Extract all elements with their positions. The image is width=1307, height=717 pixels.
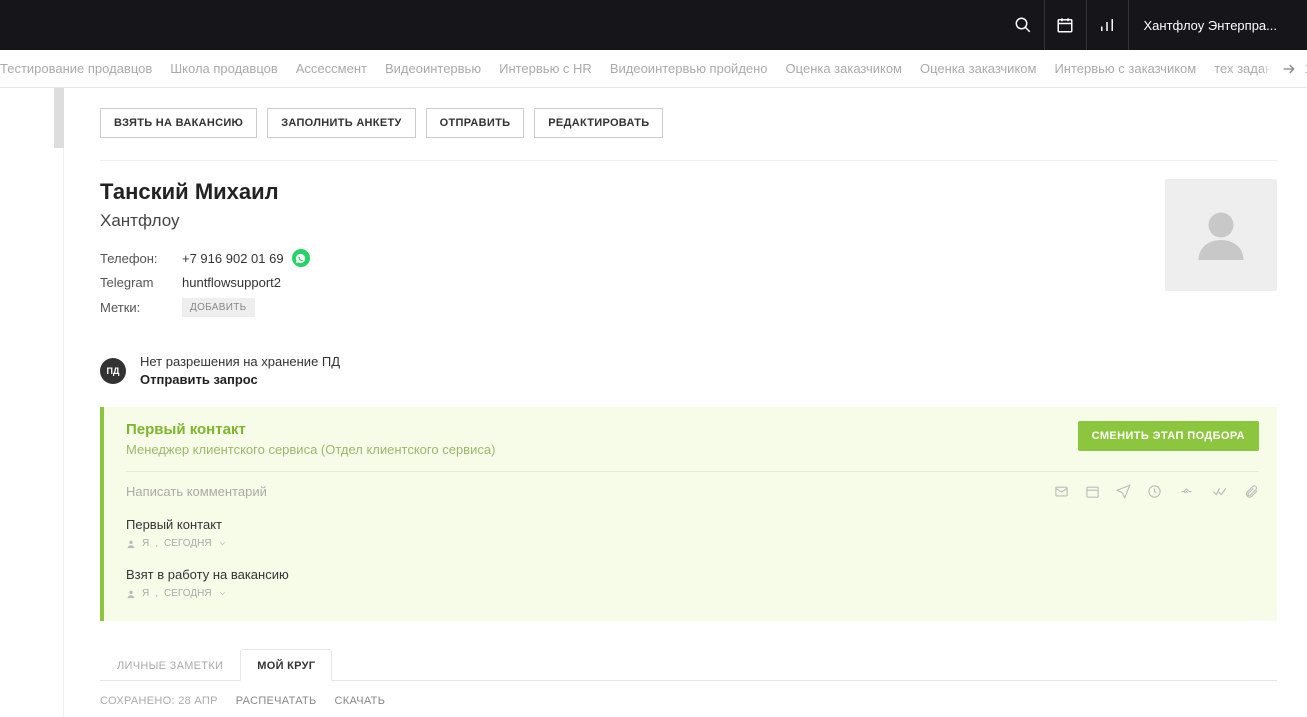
add-tag-button[interactable]: ДОБАВИТЬ	[182, 298, 255, 317]
change-stage-button[interactable]: СМЕНИТЬ ЭТАП ПОДБОРА	[1078, 421, 1259, 451]
divider	[100, 160, 1277, 161]
log-when: СЕГОДНЯ	[164, 588, 212, 599]
tags-row: Метки: ДОБАВИТЬ	[100, 298, 1165, 317]
telegram-value: huntflowsupport2	[182, 275, 281, 290]
avatar-placeholder	[1165, 179, 1277, 291]
double-check-icon[interactable]	[1211, 484, 1228, 499]
action-row: ВЗЯТЬ НА ВАКАНСИЮ ЗАПОЛНИТЬ АНКЕТУ ОТПРА…	[100, 108, 1277, 138]
stage-card: Первый контакт Менеджер клиентского серв…	[100, 407, 1277, 621]
whatsapp-icon[interactable]	[292, 249, 310, 267]
stage-item[interactable]: Видеоинтервью	[385, 61, 481, 76]
log-author: Я	[142, 588, 149, 599]
comment-row: Написать комментарий	[126, 471, 1259, 499]
clock-icon[interactable]	[1147, 484, 1162, 499]
stage-position: Менеджер клиентского сервиса (Отдел клие…	[126, 442, 495, 457]
layout: ВЗЯТЬ НА ВАКАНСИЮ ЗАПОЛНИТЬ АНКЕТУ ОТПРА…	[0, 88, 1307, 717]
log-when: СЕГОДНЯ	[164, 538, 212, 549]
fill-form-button[interactable]: ЗАПОЛНИТЬ АНКЕТУ	[267, 108, 415, 138]
calendar-small-icon[interactable]	[1085, 484, 1100, 499]
send-button[interactable]: ОТПРАВИТЬ	[426, 108, 525, 138]
tabs: ЛИЧНЫЕ ЗАМЕТКИ МОЙ КРУГ	[100, 649, 1277, 681]
comment-input[interactable]: Написать комментарий	[126, 484, 1054, 499]
stage-nav: Тестирование продавцов Школа продавцов А…	[0, 50, 1307, 88]
edit-button[interactable]: РЕДАКТИРОВАТЬ	[534, 108, 663, 138]
print-link[interactable]: РАСПЕЧАТАТЬ	[236, 695, 317, 707]
stage-item[interactable]: Тестирование продавцов	[0, 61, 152, 76]
comment-icons	[1054, 484, 1259, 499]
handshake-icon[interactable]	[1178, 484, 1195, 499]
pd-send-request-link[interactable]: Отправить запрос	[140, 371, 340, 389]
rail-scroll-thumb[interactable]	[54, 88, 64, 148]
profile-head: Танский Михаил Хантфлоу Телефон: +7 916 …	[100, 179, 1277, 325]
tab-circle[interactable]: МОЙ КРУГ	[240, 649, 332, 681]
candidate-company: Хантфлоу	[100, 211, 1165, 231]
send-msg-icon[interactable]	[1116, 484, 1131, 499]
stage-item[interactable]: Интервью с HR	[499, 61, 592, 76]
tags-label: Метки:	[100, 300, 182, 315]
org-name[interactable]: Хантфлоу Энтерпра...	[1128, 0, 1293, 50]
scroll-right-icon[interactable]	[1261, 50, 1297, 88]
log-author: Я	[142, 538, 149, 549]
footer-row: СОХРАНЕНО: 28 АПР РАСПЕЧАТАТЬ СКАЧАТЬ	[100, 695, 1277, 707]
topbar: Хантфлоу Энтерпра...	[0, 0, 1307, 50]
stage-item[interactable]: Видеоинтервью пройдено	[610, 61, 768, 76]
stage-item[interactable]: Оценка заказчиком	[786, 61, 902, 76]
log-entry: Взят в работу на вакансию Я, СЕГОДНЯ	[126, 567, 1259, 599]
stage-item[interactable]: Интервью с заказчиком	[1054, 61, 1196, 76]
search-icon[interactable]	[1002, 0, 1044, 50]
download-link[interactable]: СКАЧАТЬ	[335, 695, 386, 707]
candidate-name: Танский Михаил	[100, 179, 1165, 205]
log-meta[interactable]: Я, СЕГОДНЯ	[126, 588, 1259, 599]
pd-notice: ПД Нет разрешения на хранение ПД Отправи…	[100, 353, 1277, 389]
log-title: Взят в работу на вакансию	[126, 567, 1259, 582]
pd-badge: ПД	[100, 358, 126, 384]
take-vacancy-button[interactable]: ВЗЯТЬ НА ВАКАНСИЮ	[100, 108, 257, 138]
log-title: Первый контакт	[126, 517, 1259, 532]
tab-notes[interactable]: ЛИЧНЫЕ ЗАМЕТКИ	[100, 649, 240, 680]
calendar-icon[interactable]	[1044, 0, 1086, 50]
phone-row: Телефон: +7 916 902 01 69	[100, 249, 1165, 267]
pd-text: Нет разрешения на хранение ПД Отправить …	[140, 353, 340, 389]
saved-label: СОХРАНЕНО: 28 АПР	[100, 695, 218, 707]
stage-title: Первый контакт	[126, 421, 495, 438]
stage-nav-items: Тестирование продавцов Школа продавцов А…	[0, 61, 1307, 76]
left-rail	[0, 88, 64, 717]
pd-no-permission: Нет разрешения на хранение ПД	[140, 353, 340, 371]
phone-value: +7 916 902 01 69	[182, 251, 284, 266]
mail-icon[interactable]	[1054, 484, 1069, 499]
topbar-icons	[1002, 0, 1128, 50]
stage-header: Первый контакт Менеджер клиентского серв…	[126, 421, 1259, 471]
attach-icon[interactable]	[1244, 484, 1259, 499]
log-entry: Первый контакт Я, СЕГОДНЯ	[126, 517, 1259, 549]
stage-item[interactable]: Оценка заказчиком	[920, 61, 1036, 76]
stats-icon[interactable]	[1086, 0, 1128, 50]
profile-info: Танский Михаил Хантфлоу Телефон: +7 916 …	[100, 179, 1165, 325]
telegram-label: Telegram	[100, 275, 182, 290]
phone-label: Телефон:	[100, 251, 182, 266]
stage-item[interactable]: Ассессмент	[296, 61, 367, 76]
telegram-row: Telegram huntflowsupport2	[100, 275, 1165, 290]
main-content: ВЗЯТЬ НА ВАКАНСИЮ ЗАПОЛНИТЬ АНКЕТУ ОТПРА…	[64, 88, 1307, 717]
stage-item[interactable]: Школа продавцов	[170, 61, 278, 76]
log-meta[interactable]: Я, СЕГОДНЯ	[126, 538, 1259, 549]
